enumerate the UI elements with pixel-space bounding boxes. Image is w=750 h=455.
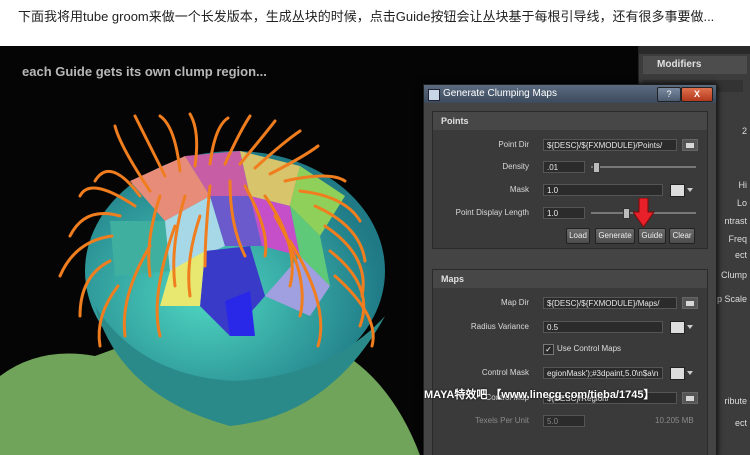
attr-row-label: Lo	[736, 198, 747, 208]
point-display-length-label: Point Display Length	[455, 208, 529, 217]
attr-row-label: ribute	[724, 396, 747, 406]
density-slider[interactable]	[591, 166, 696, 168]
attribute-editor-header	[639, 46, 750, 54]
viewport-caption: each Guide gets its own clump region...	[22, 64, 267, 79]
maps-section: Maps Map Dir ${DESC}/${FXMODULE}/Maps/ R…	[432, 269, 708, 455]
map-options-icon[interactable]	[670, 184, 685, 197]
map-dir-field[interactable]: ${DESC}/${FXMODULE}/Maps/	[543, 297, 677, 309]
chevron-down-icon[interactable]	[687, 371, 693, 375]
radius-variance-field[interactable]: 0.5	[543, 321, 663, 333]
attr-row-label: ect	[734, 250, 747, 260]
browse-folder-icon[interactable]	[682, 297, 698, 309]
window-icon	[428, 89, 440, 101]
texels-per-unit-label: Texels Per Unit	[475, 416, 529, 425]
attr-row-label: Hi	[738, 180, 748, 190]
attr-row-label: 2	[741, 126, 747, 136]
density-field[interactable]: .01	[543, 161, 585, 173]
clear-button[interactable]: Clear	[669, 228, 695, 244]
load-button[interactable]: Load	[566, 228, 590, 244]
texels-per-unit-field[interactable]: 5.0	[543, 415, 585, 427]
points-header[interactable]: Points	[433, 112, 707, 130]
map-options-icon[interactable]	[670, 367, 685, 380]
attr-row-label: Clump	[720, 270, 747, 280]
maya-screenshot: each Guide gets its own clump region... …	[0, 46, 750, 455]
attr-row-label: ect	[734, 418, 747, 428]
close-button[interactable]: X	[681, 87, 713, 102]
points-section: Points Point Dir ${DESC}/${FXMODULE}/Poi…	[432, 111, 708, 249]
point-display-length-slider-handle[interactable]	[622, 208, 630, 219]
point-dir-field[interactable]: ${DESC}/${FXMODULE}/Points/	[543, 139, 677, 151]
modifiers-header[interactable]: Modifiers	[643, 56, 747, 74]
control-mask-label: Control Mask	[481, 368, 529, 377]
radius-variance-label: Radius Variance	[470, 322, 529, 331]
use-control-maps-checkbox[interactable]: ✓	[543, 344, 554, 355]
attr-row-label: Freq	[728, 234, 747, 244]
guide-button[interactable]: Guide	[638, 228, 666, 244]
map-dir-label: Map Dir	[500, 298, 529, 307]
control-mask-field[interactable]: egionMask');#3dpaint,5.0\n$a\n	[543, 367, 663, 379]
article-caption: 下面我将用tube groom来做一个长发版本，生成丛块的时候，点击Guide按…	[0, 0, 750, 40]
attr-row-label: ntrast	[724, 216, 747, 226]
mask-field[interactable]: 1.0	[543, 184, 663, 196]
maps-header[interactable]: Maps	[433, 270, 707, 288]
browse-folder-icon[interactable]	[682, 392, 698, 404]
help-button[interactable]: ?	[657, 87, 681, 102]
chevron-down-icon[interactable]	[687, 325, 693, 329]
density-slider-handle[interactable]	[593, 162, 601, 173]
generate-button[interactable]: Generate	[595, 228, 635, 244]
dialog-title: Generate Clumping Maps	[443, 88, 557, 99]
dialog-titlebar[interactable]: Generate Clumping Maps ? X	[424, 85, 716, 103]
use-control-maps-label: Use Control Maps	[557, 344, 622, 353]
red-arrow-annotation	[633, 198, 655, 228]
point-dir-label: Point Dir	[498, 140, 529, 149]
map-options-icon[interactable]	[670, 321, 685, 334]
chevron-down-icon[interactable]	[687, 188, 693, 192]
watermark: MAYA特效吧 【www.linecg.com/tieba/1745】	[424, 389, 655, 401]
browse-folder-icon[interactable]	[682, 139, 698, 151]
density-label: Density	[502, 162, 529, 171]
attr-row-label: p Scale	[716, 294, 747, 304]
point-display-length-field[interactable]: 1.0	[543, 207, 585, 219]
texel-size-readout: 10.205 MB	[655, 416, 694, 425]
mask-label: Mask	[509, 185, 529, 194]
